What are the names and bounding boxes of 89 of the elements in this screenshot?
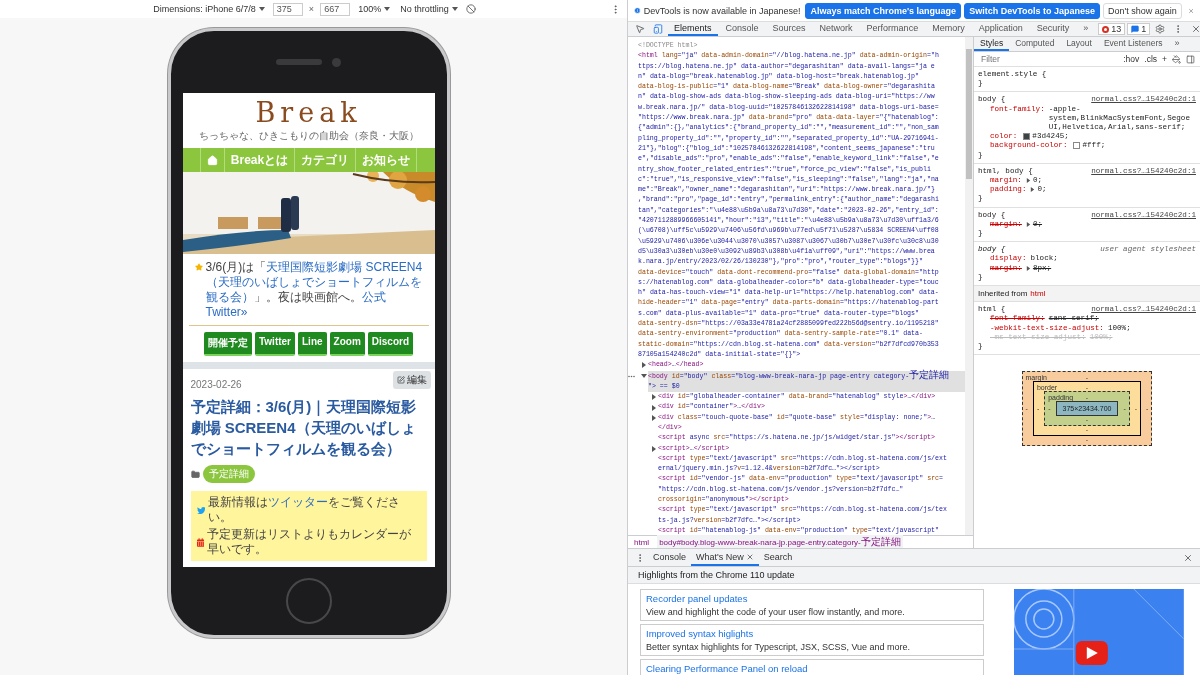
info-text: 予定更新はリストよりもカレンダーが早いです。: [206, 527, 412, 557]
link-button[interactable]: 開催予定: [203, 332, 252, 356]
caret-icon: [384, 7, 391, 11]
feature-card[interactable]: Clearing Performance Panel on reload: [640, 659, 985, 675]
feature-card[interactable]: Improved syntax higlights Better syntax highlights for Typescript, JSX, SCSS, Vue and more.: [640, 624, 985, 656]
hov-button[interactable]: :hov: [1123, 54, 1140, 64]
sidebar-tab[interactable]: Styles: [974, 37, 1010, 51]
message-count[interactable]: 1: [1127, 23, 1151, 35]
bird-icon: [196, 505, 206, 515]
color-swatch[interactable]: [1073, 142, 1081, 150]
sidebar-tab[interactable]: Layout: [1060, 37, 1098, 51]
feature-card[interactable]: Recorder panel updates View and highlight the code of your user flow instantly, and more.: [640, 589, 985, 621]
inherited-label: Inherited from: [978, 289, 1028, 299]
cls-button[interactable]: .cls: [1144, 54, 1158, 64]
link-button[interactable]: Twitter: [254, 332, 295, 356]
entry-date: 2023-02-26: [190, 378, 242, 390]
folder-icon: [190, 469, 200, 479]
speaker-slot: [276, 59, 322, 65]
card-title[interactable]: Clearing Performance Panel on reload: [646, 663, 979, 674]
no-entry-icon[interactable]: [465, 4, 476, 14]
paint-icon[interactable]: [1172, 54, 1181, 64]
pencil-icon[interactable]: [396, 376, 405, 384]
collapsed-arrow-icon[interactable]: [651, 445, 657, 452]
card-description: Better syntax highlights for Typescript, JSX, SCSS, Vue and more.: [646, 642, 912, 652]
zoom-dropdown[interactable]: 100%: [356, 4, 393, 14]
panel-tab[interactable]: Console: [719, 22, 765, 36]
infobar-button[interactable]: Don't show again: [1103, 2, 1182, 19]
width-field[interactable]: 375: [272, 2, 303, 16]
panel-tab[interactable]: Application: [972, 22, 1029, 36]
infobar-button[interactable]: Switch DevTools to Japanese: [964, 2, 1100, 19]
panel-tab[interactable]: Memory: [926, 22, 971, 36]
height-field[interactable]: 667: [320, 2, 351, 16]
expanded-arrow-icon[interactable]: [641, 373, 647, 380]
message-icon[interactable]: [1131, 25, 1140, 33]
error-count[interactable]: 13: [1098, 23, 1126, 35]
error-icon[interactable]: [1102, 25, 1110, 33]
expand-arrow-icon[interactable]: [1025, 265, 1031, 271]
more-tabs-button[interactable]: »: [1168, 37, 1186, 51]
edit-button[interactable]: 編集: [392, 371, 431, 389]
link-button[interactable]: Line: [298, 332, 327, 356]
drawer-heading: Highlights from the Chrome 110 update: [628, 567, 1200, 584]
breadcrumb[interactable]: body#body.blog-www-break-nara-jp.page-entry.category-予定詳細: [657, 535, 903, 549]
sidebar-tab[interactable]: Event Listeners: [1097, 37, 1169, 51]
scrollbar[interactable]: [965, 37, 973, 535]
caret-icon: [258, 7, 265, 11]
info-icon: [634, 5, 641, 16]
expand-arrow-icon[interactable]: [1025, 221, 1031, 227]
blog-tagline: ちっちゃな、ひきこもりの自助会（奈良・大阪）: [197, 129, 420, 143]
sidebar-tab[interactable]: Computed: [1009, 37, 1061, 51]
close-icon[interactable]: [745, 552, 754, 561]
expand-arrow-icon[interactable]: [1025, 178, 1031, 184]
collapsed-arrow-icon[interactable]: [641, 362, 647, 369]
panel-tab[interactable]: Elements: [668, 22, 718, 36]
panel-tab[interactable]: Network: [813, 22, 859, 36]
drawer-tab[interactable]: Console: [648, 549, 692, 566]
notice-text: 3/6(月)は「天理国際短影劇場 SCREEN4（天理のいばしょでショートフィルムを観る会）」。夜は映画館へ。公式Twitter»: [205, 260, 423, 320]
text-link[interactable]: ツイッター: [268, 495, 329, 509]
throttling-dropdown[interactable]: No throttling: [398, 4, 460, 14]
entry-title[interactable]: 予定詳細：3/6(月)｜天理国際短影劇場 SCREEN4（天理のいばしょでショートフィルムを観る会）: [190, 396, 427, 459]
blog-title[interactable]: Break: [182, 93, 435, 129]
panel-tab[interactable]: Sources: [766, 22, 812, 36]
panel-tab[interactable]: Security: [1030, 22, 1076, 36]
device-dropdown[interactable]: Dimensions: iPhone 6/7/8: [151, 4, 267, 14]
more-dots-icon[interactable]: [628, 374, 635, 378]
panel-tab[interactable]: Performance: [860, 22, 925, 36]
camera-dot: [332, 57, 341, 67]
caret-icon: [451, 7, 458, 11]
color-swatch[interactable]: [1023, 133, 1031, 141]
inherited-target[interactable]: html: [1030, 289, 1046, 299]
times-sign: ×: [308, 4, 315, 14]
link-button[interactable]: Zoom: [329, 332, 365, 356]
star-icon: [194, 263, 203, 271]
more-tabs-button[interactable]: »: [1077, 22, 1095, 36]
card-title[interactable]: Improved syntax higlights: [646, 628, 979, 639]
info-message: DevTools is now available in Japanese!: [643, 5, 801, 16]
link-button[interactable]: Discord: [367, 332, 414, 356]
calendar-icon: [196, 537, 204, 547]
add-rule-button[interactable]: +: [1162, 54, 1167, 64]
collapsed-arrow-icon[interactable]: [651, 394, 657, 401]
collapsed-arrow-icon[interactable]: [651, 414, 657, 421]
infobar-button[interactable]: Always match Chrome's language: [805, 2, 962, 19]
info-text: 最新情報はツイッターをご覧ください。: [208, 495, 402, 525]
sidebar-toggle-icon[interactable]: [1186, 54, 1195, 64]
collapsed-arrow-icon[interactable]: [651, 404, 657, 411]
drawer-tab[interactable]: Search: [758, 549, 798, 566]
expand-arrow-icon[interactable]: [1030, 187, 1036, 193]
card-title[interactable]: Recorder panel updates: [646, 593, 979, 604]
breadcrumb[interactable]: html: [632, 537, 652, 547]
card-description: View and highlight the code of your user flow instantly, and more.: [646, 607, 906, 617]
